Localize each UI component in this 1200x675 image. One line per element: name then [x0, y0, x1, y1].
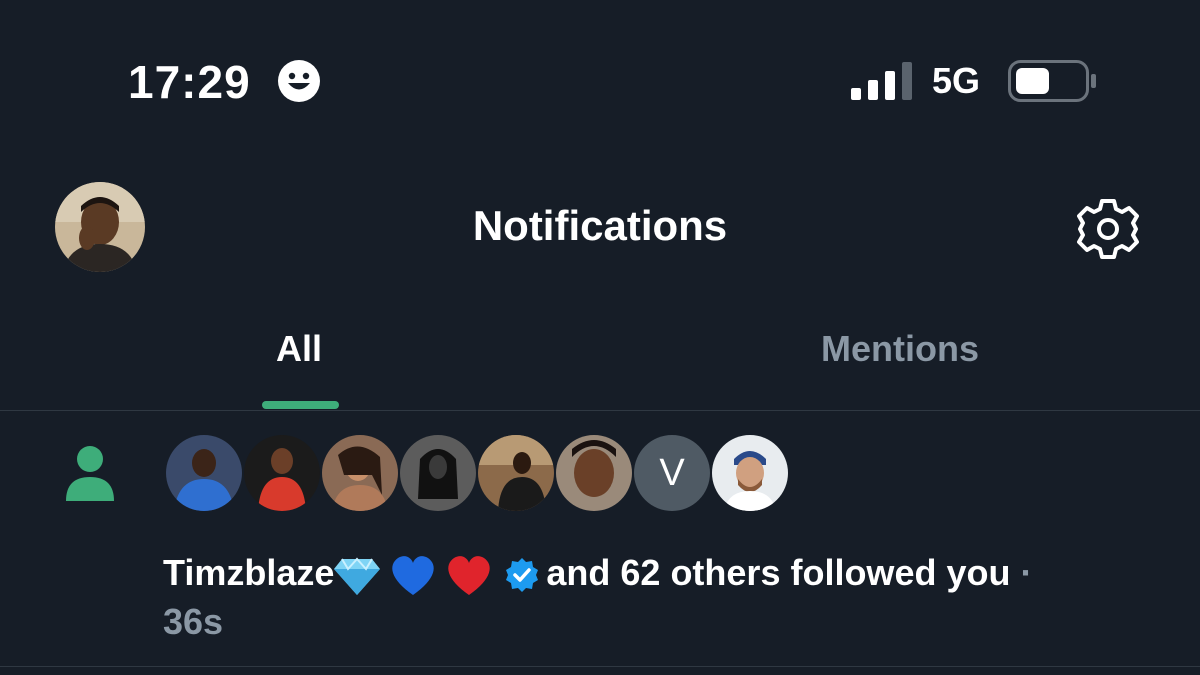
active-tab-indicator	[262, 401, 339, 409]
network-label: 5G	[932, 60, 981, 101]
smiley-face-icon	[278, 60, 320, 102]
follower-avatar[interactable]	[166, 435, 242, 511]
tab-mentions-label: Mentions	[821, 328, 979, 369]
follower-avatar[interactable]	[322, 435, 398, 511]
cellular-signal-icon	[851, 62, 912, 100]
tab-all-label: All	[275, 328, 322, 369]
notification-text: Timzblaze and 62 others followed you ·	[163, 551, 1032, 597]
follower-avatar[interactable]	[400, 435, 476, 511]
notification-message: and 62 others followed you	[546, 552, 1011, 593]
follower-username[interactable]: Timzblaze	[163, 552, 334, 593]
status-bar: 17:29 5G	[0, 0, 1200, 150]
verified-badge-icon	[506, 558, 539, 593]
follow-notification[interactable]: V Timzblaze and 62 others followed you ·…	[0, 411, 1200, 667]
follower-avatar[interactable]	[478, 435, 554, 511]
separator-dot: ·	[1020, 552, 1033, 593]
tab-all[interactable]: All	[0, 300, 600, 410]
page-title: Notifications	[472, 202, 728, 249]
tab-mentions[interactable]: Mentions	[600, 300, 1200, 410]
notification-tabs: All Mentions	[0, 300, 1200, 411]
gear-icon[interactable]	[1076, 197, 1140, 261]
follower-avatar[interactable]	[244, 435, 320, 511]
follower-avatar[interactable]	[712, 435, 788, 511]
gem-icon	[334, 557, 381, 596]
follower-avatar-letter[interactable]: V	[634, 435, 710, 511]
blue-heart-icon	[392, 556, 435, 596]
top-app-bar: Notifications	[0, 170, 1200, 280]
battery-icon	[1008, 60, 1096, 102]
red-heart-icon	[448, 556, 491, 596]
notification-time: 36s	[163, 601, 224, 642]
status-time: 17:29	[128, 56, 251, 108]
person-icon	[66, 446, 114, 501]
follower-avatar[interactable]	[556, 435, 632, 511]
